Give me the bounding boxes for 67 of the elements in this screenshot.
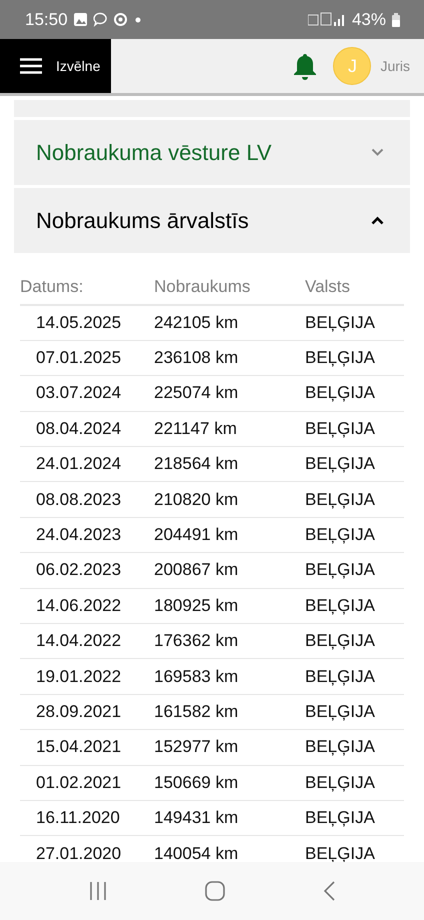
menu-button[interactable]: Izvēlne <box>0 39 111 93</box>
table-cell: 07.01.2025 <box>20 340 154 376</box>
table-cell: 176362 km <box>154 624 305 659</box>
chevron-up-icon <box>371 216 384 225</box>
table-cell: BEĻĢIJA <box>305 376 404 412</box>
accordion-header[interactable]: Nobraukums ārvalstīs <box>14 188 410 253</box>
table-cell: 149431 km <box>154 800 305 836</box>
table-cell: BEĻĢIJA <box>305 658 404 694</box>
table-cell: 221147 km <box>154 411 305 447</box>
table-cell: 28.09.2021 <box>20 694 154 730</box>
table-cell: 06.02.2023 <box>20 552 154 588</box>
table-cell: BEĻĢIJA <box>305 624 404 659</box>
table-cell: 16.11.2020 <box>20 800 154 836</box>
table-cell: 200867 km <box>154 552 305 588</box>
table-cell: BEĻĢIJA <box>305 588 404 624</box>
recent-apps-icon[interactable] <box>89 882 107 900</box>
table-cell: 08.08.2023 <box>20 482 154 518</box>
table-cell: 14.05.2025 <box>20 305 154 340</box>
column-header: Nobraukums <box>154 269 305 305</box>
table-cell: 152977 km <box>154 730 305 766</box>
table-cell: 236108 km <box>154 340 305 376</box>
table-cell: 210820 km <box>154 482 305 518</box>
table-cell: 01.02.2021 <box>20 765 154 800</box>
table-cell: BEĻĢIJA <box>305 411 404 447</box>
table-cell: 218564 km <box>154 446 305 482</box>
table-cell: 161582 km <box>154 694 305 730</box>
table-cell: BEĻĢIJA <box>305 730 404 766</box>
accordion-header[interactable]: Nobraukuma vēsture LV <box>14 120 410 185</box>
dot-icon <box>132 16 143 22</box>
back-icon[interactable] <box>323 881 335 901</box>
table-cell: 14.06.2022 <box>20 588 154 624</box>
clock: 15:50 <box>25 10 68 30</box>
table-cell: BEĻĢIJA <box>305 552 404 588</box>
bell-icon[interactable] <box>293 52 318 80</box>
home-icon[interactable] <box>205 881 225 901</box>
table-cell: 15.04.2021 <box>20 730 154 766</box>
table-cell: 180925 km <box>154 588 305 624</box>
column-header: Valsts <box>305 269 404 305</box>
table-cell: BEĻĢIJA <box>305 694 404 730</box>
table-cell: 225074 km <box>154 376 305 412</box>
table-cell: 242105 km <box>154 305 305 340</box>
user-name[interactable]: Juris <box>380 58 410 74</box>
table-cell: 24.01.2024 <box>20 446 154 482</box>
table-cell: BEĻĢIJA <box>305 305 404 340</box>
menu-icon <box>20 58 42 74</box>
table-cell: BEĻĢIJA <box>305 517 404 553</box>
table-cell: 169583 km <box>154 658 305 694</box>
table-cell: 24.04.2023 <box>20 517 154 553</box>
table-cell: 03.07.2024 <box>20 376 154 412</box>
table-cell: 150669 km <box>154 765 305 800</box>
browser-icon <box>114 13 127 26</box>
table-cell: 14.04.2022 <box>20 624 154 659</box>
chevron-down-icon <box>371 148 384 157</box>
table-cell: BEĻĢIJA <box>305 800 404 836</box>
message-icon <box>92 12 108 27</box>
battery-icon <box>392 12 400 26</box>
signal-icon <box>308 12 346 28</box>
gallery-icon <box>74 13 87 26</box>
table-cell: BEĻĢIJA <box>305 340 404 376</box>
table-cell: 08.04.2024 <box>20 411 154 447</box>
table-cell: BEĻĢIJA <box>305 446 404 482</box>
battery-percentage: 43% <box>352 10 386 30</box>
table-cell: BEĻĢIJA <box>305 765 404 800</box>
table-cell: 204491 km <box>154 517 305 553</box>
table-cell: BEĻĢIJA <box>305 482 404 518</box>
table-cell: 19.01.2022 <box>20 658 154 694</box>
column-header: Datums: <box>20 269 154 305</box>
